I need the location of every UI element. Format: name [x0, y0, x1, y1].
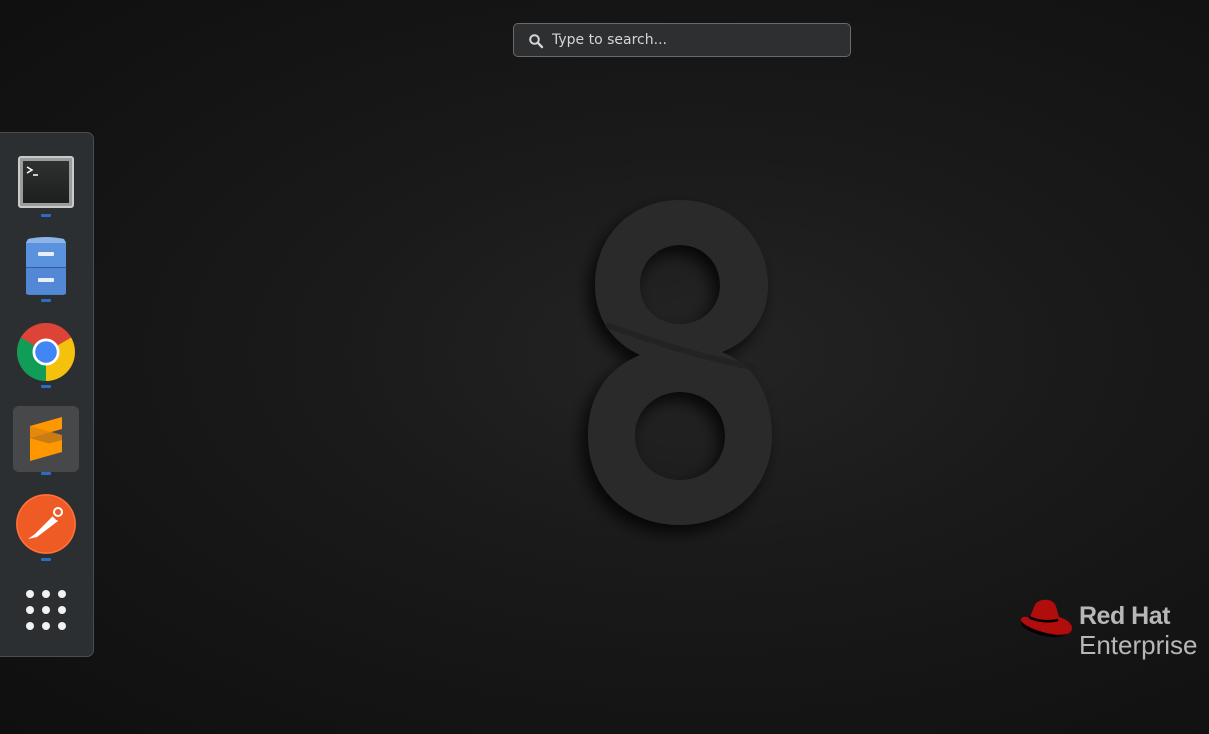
dash-item-terminal[interactable]: [13, 149, 79, 215]
dash-item-files[interactable]: [13, 233, 79, 299]
dash-item-chrome[interactable]: [13, 319, 79, 385]
running-indicator: [41, 472, 51, 475]
postman-icon: [16, 494, 76, 554]
running-indicator: [41, 558, 51, 561]
terminal-icon: [18, 156, 74, 208]
dash-item-sublime-text[interactable]: [13, 406, 79, 472]
chrome-icon: [17, 323, 75, 381]
brand-name: Red Hat: [1079, 602, 1170, 630]
file-cabinet-icon: [26, 237, 66, 295]
running-indicator: [41, 385, 51, 388]
dash-panel: [0, 132, 94, 657]
search-field[interactable]: [513, 23, 851, 57]
brand-product: Enterprise: [1079, 630, 1198, 660]
search-input[interactable]: [552, 24, 842, 56]
dash-item-postman[interactable]: [13, 491, 79, 557]
red-hat-icon: [1020, 599, 1072, 638]
running-indicator: [41, 214, 51, 217]
search-icon: [529, 34, 544, 49]
show-applications-button[interactable]: [13, 577, 79, 643]
running-indicator: [41, 299, 51, 302]
red-hat-logo: Red Hat Enterprise: [1018, 597, 1209, 667]
desktop-background: Red Hat Enterprise: [0, 0, 1209, 734]
wallpaper-numeral-eight: [588, 200, 772, 525]
sublime-text-icon: [30, 417, 62, 461]
app-grid-icon: [26, 590, 66, 630]
